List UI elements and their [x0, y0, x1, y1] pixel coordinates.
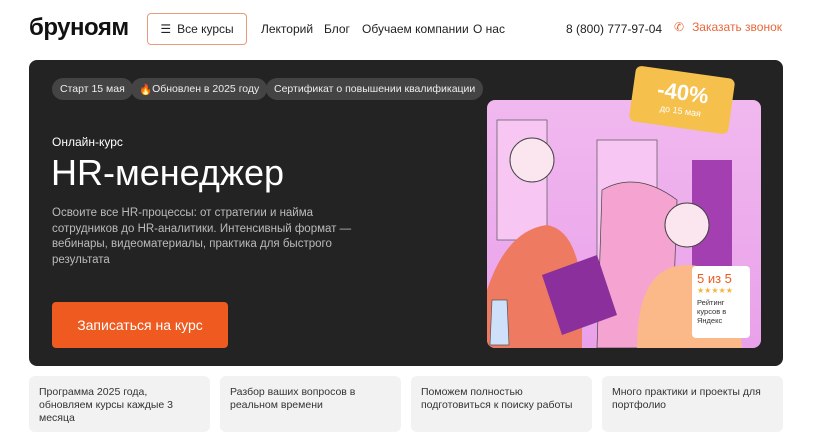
chip-start: Старт 15 мая — [52, 78, 133, 100]
rating-badge: 5 из 5 ★★★★★ Рейтинг курсов в Яндекс — [692, 266, 750, 338]
menu-icon: ☰ — [160, 22, 172, 36]
course-description: Освоите все HR-процессы: от стратегии и … — [52, 207, 352, 266]
feature-card: Программа 2025 года, обновляем курсы каж… — [29, 376, 210, 432]
chip-updated: 🔥 Обновлен в 2025 году — [131, 78, 268, 100]
feature-card: Разбор ваших вопросов в реальном времени — [220, 376, 401, 432]
logo[interactable]: бруноям — [29, 14, 129, 42]
nav-about[interactable]: О нас — [473, 22, 505, 36]
rating-stars: ★★★★★ — [697, 286, 733, 295]
feature-card: Много практики и проекты для портфолио — [602, 376, 783, 432]
course-type: Онлайн-курс — [52, 135, 123, 149]
feature-card: Поможем полностью подготовиться к поиску… — [411, 376, 592, 432]
nav-lectorium[interactable]: Лекторий — [261, 22, 313, 36]
chip-certificate: Сертификат о повышении квалификации — [266, 78, 484, 100]
fire-icon: 🔥 — [139, 83, 153, 96]
enroll-button[interactable]: Записаться на курс — [52, 302, 228, 348]
page-title: HR-менеджер — [51, 152, 284, 193]
rating-label: Рейтинг курсов в Яндекс — [697, 298, 727, 325]
phone-icon: ✆ — [674, 20, 685, 34]
all-courses-label: Все курсы — [177, 22, 234, 36]
nav-blog[interactable]: Блог — [324, 22, 350, 36]
callback-label: Заказать звонок — [692, 20, 782, 34]
all-courses-button[interactable]: ☰ Все курсы — [147, 13, 247, 45]
callback-button[interactable]: ✆ Заказать звонок — [674, 20, 782, 34]
rating-value: 5 из 5 — [697, 271, 732, 286]
nav-companies[interactable]: Обучаем компании — [362, 22, 469, 36]
phone-number[interactable]: 8 (800) 777-97-04 — [566, 22, 662, 36]
